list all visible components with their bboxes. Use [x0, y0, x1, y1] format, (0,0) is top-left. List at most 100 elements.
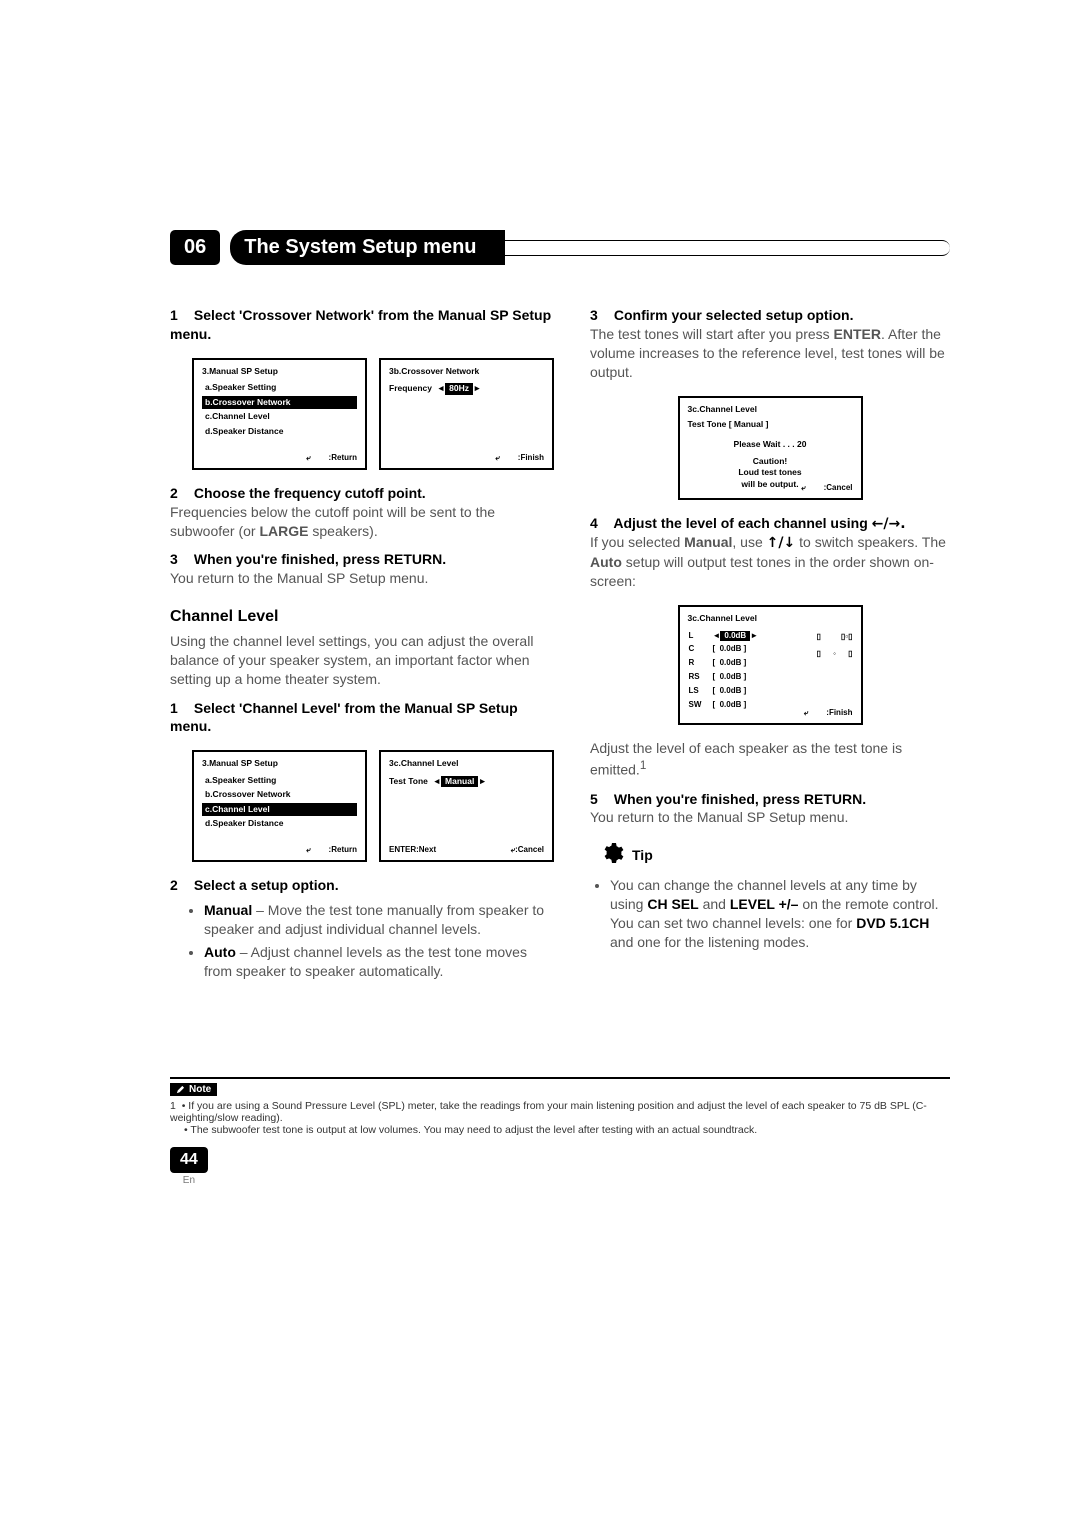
step-title: Select a setup option.: [194, 877, 339, 893]
screen-line: Please Wait . . . 20: [688, 439, 853, 450]
screen-title: 3b.Crossover Network: [389, 366, 544, 377]
step-number: 2: [170, 484, 190, 503]
chapter-number: 06: [170, 230, 220, 265]
chapter-header: 06 The System Setup menu: [170, 230, 950, 265]
note-label: Note: [189, 1084, 211, 1095]
step-body: The test tones will start after you pres…: [590, 325, 950, 382]
footer-label: ENTER:Next: [389, 845, 436, 856]
osd-screen-manual-sp-setup: 3.Manual SP Setup a.Speaker Setting b.Cr…: [192, 750, 367, 862]
menu-item-selected: b.Crossover Network: [202, 396, 357, 409]
left-column: 1 Select 'Crossover Network' from the Ma…: [170, 300, 554, 987]
footer-label: :Return: [329, 845, 357, 856]
step-title: Select 'Channel Level' from the Manual S…: [170, 700, 518, 735]
step-body: You return to the Manual SP Setup menu.: [170, 569, 554, 588]
option-list: Manual – Move the test tone manually fro…: [170, 901, 554, 981]
chapter-title: The System Setup menu: [230, 230, 504, 265]
step-number: 5: [590, 790, 610, 809]
step-body: You return to the Manual SP Setup menu.: [590, 808, 950, 827]
section-body: Using the channel level settings, you ca…: [170, 632, 554, 689]
step-heading: 1 Select 'Channel Level' from the Manual…: [170, 699, 554, 737]
step-body: If you selected Manual, use ↑/↓ to switc…: [590, 533, 950, 591]
step-number: 3: [170, 550, 190, 569]
list-item: You can change the channel levels at any…: [610, 876, 950, 952]
menu-item: b.Crossover Network: [202, 788, 357, 801]
gear-icon: [600, 841, 624, 870]
step-number: 2: [170, 876, 190, 895]
step-number: 1: [170, 306, 190, 325]
arrow-icons: ↑/↓: [767, 535, 796, 551]
page-number: 44: [170, 1147, 208, 1173]
footer-label: :Return: [329, 453, 357, 464]
footer-label: :Finish: [826, 708, 852, 719]
note-flag: Note: [170, 1083, 217, 1096]
osd-screen-channel-levels: 3c.Channel Level L◄0.0dB► C[ 0.0dB ] R[ …: [678, 605, 863, 725]
step-title: Confirm your selected setup option.: [614, 307, 854, 323]
screen-title: 3c.Channel Level: [389, 758, 544, 769]
right-column: 3 Confirm your selected setup option. Th…: [590, 300, 950, 987]
table-row: L◄0.0dB►: [688, 630, 760, 643]
screen-menu: a.Speaker Setting b.Crossover Network c.…: [202, 774, 357, 831]
step-title: Choose the frequency cutoff point.: [194, 485, 426, 501]
osd-screen-crossover-network: 3b.Crossover Network Frequency ◄80Hz► ⤶:…: [379, 358, 554, 470]
step-heading: 1 Select 'Crossover Network' from the Ma…: [170, 306, 554, 344]
return-icon: ⤶: [804, 708, 808, 719]
step-heading: 4 Adjust the level of each channel using…: [590, 514, 950, 534]
footnote-section: Note 1 • If you are using a Sound Pressu…: [170, 1077, 950, 1136]
arrow-icons: ←/→.: [872, 516, 906, 532]
speaker-layout-icon: ▯▯▫▯ ▯◦▯: [817, 631, 853, 659]
step-body: Adjust the level of each speaker as the …: [590, 739, 950, 779]
section-title: Channel Level: [170, 606, 554, 628]
osd-screen-test-tone-wait: 3c.Channel Level Test Tone [ Manual ] Pl…: [678, 396, 863, 500]
footnote-line: • The subwoofer test tone is output at l…: [170, 1124, 950, 1136]
screen-title: 3.Manual SP Setup: [202, 758, 357, 769]
step-heading: 5 When you're finished, press RETURN.: [590, 790, 950, 809]
step-number: 3: [590, 306, 610, 325]
return-icon: ⤶: [495, 453, 499, 464]
step-title: Select 'Crossover Network' from the Manu…: [170, 307, 551, 342]
footnote-number: 1: [170, 1100, 176, 1112]
page-footer: 44 En: [170, 1147, 208, 1186]
step-heading: 2 Select a setup option.: [170, 876, 554, 895]
osd-screen-manual-sp-setup: 3.Manual SP Setup a.Speaker Setting b.Cr…: [192, 358, 367, 470]
step-body: Frequencies below the cutoff point will …: [170, 503, 554, 541]
menu-item: d.Speaker Distance: [202, 425, 357, 438]
screen-menu: a.Speaker Setting b.Crossover Network c.…: [202, 381, 357, 438]
pencil-icon: [176, 1085, 185, 1094]
step-title: When you're finished, press RETURN.: [194, 551, 446, 567]
table-row: RS[ 0.0dB ]: [688, 671, 760, 684]
step-number: 1: [170, 699, 190, 718]
field-value: 80Hz: [445, 383, 473, 394]
step-title: When you're finished, press RETURN.: [614, 791, 866, 807]
table-row: LS[ 0.0dB ]: [688, 685, 760, 698]
field-value: Manual: [441, 776, 478, 787]
screen-title: 3.Manual SP Setup: [202, 366, 357, 377]
return-icon: ⤶: [306, 845, 310, 856]
table-row: R[ 0.0dB ]: [688, 657, 760, 670]
menu-item-selected: c.Channel Level: [202, 803, 357, 816]
step-heading: 2 Choose the frequency cutoff point.: [170, 484, 554, 503]
return-icon: ⤶: [801, 483, 805, 494]
table-row: C[ 0.0dB ]: [688, 643, 760, 656]
list-item: Manual – Move the test tone manually fro…: [204, 901, 554, 939]
menu-item: a.Speaker Setting: [202, 381, 357, 394]
footer-label: :Cancel: [515, 845, 544, 854]
step-number: 4: [590, 514, 610, 533]
footnote-ref: 1: [640, 759, 646, 772]
return-icon: ⤶: [306, 453, 310, 464]
level-table: L◄0.0dB► C[ 0.0dB ] R[ 0.0dB ] RS[ 0.0dB…: [688, 629, 760, 713]
footer-label: :Finish: [518, 453, 544, 464]
step-heading: 3 When you're finished, press RETURN.: [170, 550, 554, 569]
menu-item: a.Speaker Setting: [202, 774, 357, 787]
list-item: Auto – Adjust channel levels as the test…: [204, 943, 554, 981]
page-language: En: [170, 1175, 208, 1186]
menu-item: c.Channel Level: [202, 410, 357, 423]
osd-screen-channel-level: 3c.Channel Level Test Tone ◄Manual► ENTE…: [379, 750, 554, 862]
step-heading: 3 Confirm your selected setup option.: [590, 306, 950, 325]
tip-list: You can change the channel levels at any…: [590, 876, 950, 952]
footer-label: :Cancel: [824, 483, 853, 494]
menu-item: d.Speaker Distance: [202, 817, 357, 830]
field-label: Frequency: [389, 383, 432, 393]
screen-title: 3c.Channel Level: [688, 404, 853, 415]
screen-line: Test Tone [ Manual ]: [688, 419, 853, 430]
field-label: Test Tone: [389, 776, 428, 786]
